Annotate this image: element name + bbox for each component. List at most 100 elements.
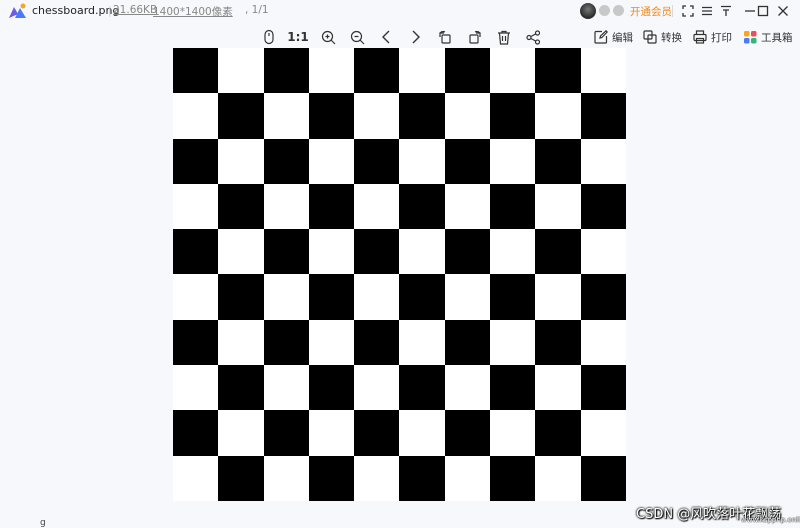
board-square-dark [444, 229, 491, 275]
status-mark: g [40, 518, 46, 528]
board-square-dark [580, 365, 626, 411]
board-square-light [354, 93, 400, 139]
actual-size-button[interactable]: 1:1 [287, 26, 309, 48]
board-square-dark [535, 319, 581, 366]
edit-button[interactable]: 编辑 [594, 28, 633, 46]
board-square-dark [535, 229, 581, 275]
title-bar: chessboard.png | 21.66KB 1400*1400像素 , 1… [0, 0, 800, 22]
board-square-light [535, 274, 581, 320]
board-square-light [173, 274, 219, 320]
board-square-dark [580, 274, 626, 320]
member-badge-icon[interactable] [599, 5, 610, 16]
delete-icon[interactable] [493, 26, 515, 48]
board-square-light [308, 138, 355, 184]
board-square-dark [173, 48, 219, 94]
rotate-left-icon[interactable] [434, 26, 456, 48]
board-square-dark [218, 183, 264, 230]
board-square-light [263, 274, 309, 320]
edit-label: 编辑 [612, 31, 633, 44]
board-square-light [399, 410, 445, 456]
board-square-light [580, 138, 626, 184]
board-square-light [308, 229, 355, 275]
divider [672, 5, 673, 17]
print-icon [693, 30, 707, 44]
board-square-dark [444, 138, 491, 184]
level-badge-icon[interactable] [613, 5, 624, 16]
board-square-dark [444, 410, 491, 456]
vip-link[interactable]: 开通会员 [630, 4, 672, 19]
board-square-dark [490, 183, 536, 230]
board-square-dark [490, 365, 536, 411]
board-square-dark [308, 455, 355, 501]
board-square-dark [173, 229, 219, 275]
board-square-light [399, 138, 445, 184]
previous-icon[interactable] [375, 26, 397, 48]
board-square-dark [263, 319, 309, 366]
board-square-light [580, 229, 626, 275]
zoom-in-icon[interactable] [317, 26, 339, 48]
board-square-light [580, 319, 626, 366]
file-size[interactable]: 21.66KB [113, 4, 157, 16]
share-icon[interactable] [522, 26, 544, 48]
board-square-dark [535, 410, 581, 456]
fullscreen-icon[interactable] [678, 1, 698, 21]
board-square-dark [490, 93, 536, 139]
board-square-dark [308, 93, 355, 139]
board-square-dark [399, 365, 445, 411]
board-square-light [399, 48, 445, 94]
board-square-dark [173, 138, 219, 184]
board-square-light [490, 48, 536, 94]
board-square-dark [535, 138, 581, 184]
next-icon[interactable] [405, 26, 427, 48]
board-square-light [173, 455, 219, 501]
menu-icon[interactable] [697, 1, 717, 21]
page-indicator: , 1/1 [245, 4, 269, 16]
board-square-dark [218, 93, 264, 139]
board-square-light [173, 365, 219, 411]
board-square-dark [580, 93, 626, 139]
board-square-light [399, 229, 445, 275]
app-logo-icon [9, 3, 26, 18]
close-icon[interactable] [773, 1, 793, 21]
pin-icon[interactable] [716, 1, 736, 21]
board-square-light [444, 183, 491, 230]
board-square-dark [173, 410, 219, 456]
board-square-light [354, 455, 400, 501]
image-dimensions[interactable]: 1400*1400像素 [153, 4, 233, 19]
mouse-mode-icon[interactable] [258, 26, 280, 48]
board-square-dark [263, 48, 309, 94]
maximize-icon[interactable] [753, 1, 773, 21]
board-square-light [444, 93, 491, 139]
toolbox-button[interactable]: 工具箱 [744, 28, 793, 46]
board-square-light [490, 138, 536, 184]
board-square-light [354, 183, 400, 230]
board-square-light [490, 410, 536, 456]
board-square-dark [399, 93, 445, 139]
board-square-light [354, 274, 400, 320]
board-square-dark [580, 455, 626, 501]
board-square-dark [490, 455, 536, 501]
board-square-light [444, 455, 491, 501]
avatar[interactable] [580, 3, 596, 19]
board-square-light [308, 410, 355, 456]
board-square-light [580, 410, 626, 456]
print-label: 打印 [711, 31, 732, 44]
board-square-light [218, 229, 264, 275]
zoom-out-icon[interactable] [346, 26, 368, 48]
board-square-dark [263, 410, 309, 456]
board-square-dark [354, 410, 400, 456]
convert-label: 转换 [661, 31, 682, 44]
board-square-light [308, 48, 355, 94]
board-square-dark [535, 48, 581, 94]
board-square-light [218, 48, 264, 94]
board-square-dark [399, 455, 445, 501]
print-button[interactable]: 打印 [693, 28, 732, 46]
edit-icon [594, 30, 608, 44]
board-square-dark [399, 183, 445, 230]
image-canvas[interactable] [173, 48, 626, 501]
board-square-dark [218, 365, 264, 411]
convert-button[interactable]: 转换 [643, 28, 682, 46]
rotate-right-icon[interactable] [463, 26, 485, 48]
chessboard-image [173, 48, 626, 501]
board-square-dark [308, 183, 355, 230]
